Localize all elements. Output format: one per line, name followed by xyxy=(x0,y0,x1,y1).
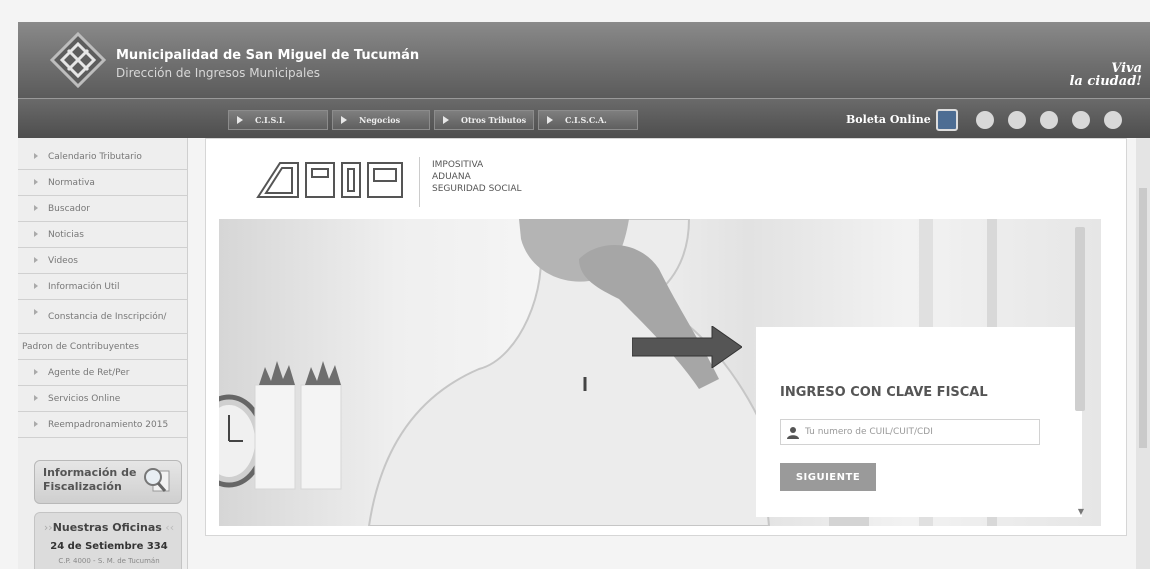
afip-divider xyxy=(419,157,420,207)
sidebar-item-constancia[interactable]: Constancia de Inscripción/ xyxy=(18,300,188,334)
sidebar-item-padron[interactable]: Padron de Contribuyentes xyxy=(18,334,188,360)
page-scrollbar[interactable] xyxy=(1136,138,1150,569)
annotation-arrow-icon xyxy=(632,326,742,368)
sidebar-item-buscador[interactable]: Buscador xyxy=(18,196,188,222)
boleta-online-icon[interactable] xyxy=(936,109,958,131)
afip-logo xyxy=(256,162,403,198)
sidebar-item-videos[interactable]: Videos xyxy=(18,248,188,274)
page-scrollbar-thumb[interactable] xyxy=(1139,188,1147,448)
afip-line-aduana: ADUANA xyxy=(432,172,471,182)
fiscalizacion-line2: Fiscalización xyxy=(43,480,122,493)
globe-icon[interactable] xyxy=(1008,111,1026,129)
scroll-down-icon[interactable]: ▼ xyxy=(1078,507,1084,516)
fiscalizacion-banner[interactable]: Información de Fiscalización xyxy=(34,460,182,504)
oficinas-title: Nuestras Oficinas xyxy=(35,521,183,534)
login-title: INGRESO CON CLAVE FISCAL xyxy=(780,385,988,400)
user-icon xyxy=(787,427,799,439)
fiscalizacion-label: Información de Fiscalización xyxy=(43,466,136,494)
boleta-online-link[interactable]: Boleta Online xyxy=(846,113,931,126)
slogan-line2: la ciudad! xyxy=(1069,74,1142,89)
tab-cisi[interactable]: C.I.S.I. xyxy=(228,110,328,130)
oficinas-city: C.P. 4000 - S. M. de Tucumán xyxy=(58,557,160,565)
login-panel: INGRESO CON CLAVE FISCAL SIGUIENTE xyxy=(756,327,1082,517)
settings-icon[interactable] xyxy=(1104,111,1122,129)
fiscalizacion-line1: Información de xyxy=(43,466,137,479)
mail-icon[interactable] xyxy=(1040,111,1058,129)
sidebar-item-calendario[interactable]: Calendario Tributario xyxy=(18,144,188,170)
org-name: Municipalidad de San Miguel de Tucumán xyxy=(116,48,420,63)
oficinas-address: 24 de Setiembre 334 xyxy=(50,541,168,552)
sidebar-item-normativa[interactable]: Normativa xyxy=(18,170,188,196)
sidebar-item-reempadronamiento[interactable]: Reempadronamiento 2015 xyxy=(18,412,188,438)
magnifier-icon xyxy=(144,468,170,492)
hero-scrollbar[interactable] xyxy=(1075,227,1085,411)
cuit-input-wrapper[interactable] xyxy=(780,419,1040,445)
top-navbar: C.I.S.I. Negocios Otros Tributos C.I.S.C… xyxy=(18,98,1150,138)
oficinas-box: Nuestras Oficinas 24 de Setiembre 334 C.… xyxy=(34,512,182,569)
afip-tagline: IMPOSITIVA ADUANA SEGURIDAD SOCIAL xyxy=(432,159,522,195)
cuit-input[interactable] xyxy=(805,423,1035,441)
home-icon[interactable] xyxy=(976,111,994,129)
sidebar-item-agente[interactable]: Agente de Ret/Per xyxy=(18,360,188,386)
slogan: Viva la ciudad! xyxy=(1069,62,1142,88)
sidebar-item-informacion-util[interactable]: Información Util xyxy=(18,274,188,300)
org-subtitle: Dirección de Ingresos Municipales xyxy=(116,66,320,80)
sidebar-item-servicios[interactable]: Servicios Online xyxy=(18,386,188,412)
site-header: Municipalidad de San Miguel de Tucumán D… xyxy=(18,22,1150,98)
sidebar-item-noticias[interactable]: Noticias xyxy=(18,222,188,248)
afip-line-impositiva: IMPOSITIVA xyxy=(432,160,484,170)
hero-image: INGRESO CON CLAVE FISCAL SIGUIENTE ▼ xyxy=(219,219,1101,526)
tab-otros-tributos[interactable]: Otros Tributos xyxy=(434,110,534,130)
siguiente-button[interactable]: SIGUIENTE xyxy=(780,463,876,491)
search-icon[interactable] xyxy=(1072,111,1090,129)
sidebar: Calendario Tributario Normativa Buscador… xyxy=(18,138,188,569)
afip-line-seguridad: SEGURIDAD SOCIAL xyxy=(432,184,522,194)
tab-negocios[interactable]: Negocios xyxy=(332,110,430,130)
tab-cisca[interactable]: C.I.S.C.A. xyxy=(538,110,638,130)
municipal-logo xyxy=(49,31,107,89)
